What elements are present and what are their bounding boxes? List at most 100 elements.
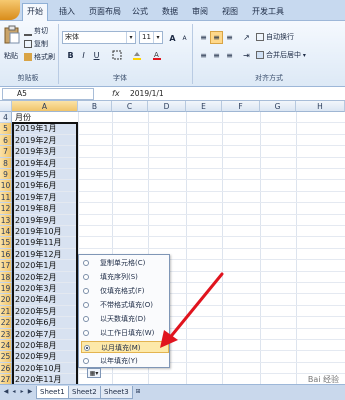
next-sheet-icon[interactable]: ▸: [18, 388, 26, 396]
font-color-button[interactable]: A: [150, 49, 163, 62]
group-divider: [192, 24, 193, 84]
tab-view[interactable]: 视图: [218, 4, 242, 20]
copy-button[interactable]: 复制: [24, 38, 48, 50]
row-header[interactable]: 16: [0, 248, 12, 261]
row-header[interactable]: 11: [0, 191, 12, 204]
merge-center-button[interactable]: 合并后居中 ▾: [256, 49, 306, 61]
row-header[interactable]: 13: [0, 214, 12, 226]
prev-sheet-icon[interactable]: ◂: [10, 388, 18, 396]
bold-button[interactable]: B: [64, 49, 77, 62]
name-box[interactable]: A5: [2, 88, 94, 100]
row-header[interactable]: 18: [0, 271, 12, 283]
column-header-b[interactable]: B: [78, 101, 112, 112]
group-divider: [58, 24, 59, 84]
column-header-h[interactable]: H: [296, 101, 345, 112]
tab-insert[interactable]: 插入: [55, 4, 79, 20]
align-left-button[interactable]: ≡: [197, 49, 210, 62]
radio-icon: [83, 330, 89, 336]
radio-icon: [83, 260, 89, 266]
row-header[interactable]: 10: [0, 180, 12, 192]
row-header[interactable]: 19: [0, 283, 12, 295]
row-header[interactable]: 17: [0, 260, 12, 272]
row-header[interactable]: 27: [0, 374, 12, 384]
sheet-tab-1[interactable]: Sheet1: [36, 386, 69, 399]
fx-icon[interactable]: fx: [112, 88, 126, 100]
radio-icon: [83, 358, 89, 364]
indent-button[interactable]: ⇥: [240, 49, 253, 62]
column-header-g[interactable]: G: [260, 101, 296, 112]
italic-button[interactable]: I: [77, 49, 90, 62]
row-header[interactable]: 26: [0, 362, 12, 375]
first-sheet-icon[interactable]: ◀: [2, 388, 10, 396]
formula-input[interactable]: 2019/1/1: [130, 88, 164, 100]
row-header[interactable]: 14: [0, 226, 12, 238]
copy-icon: [24, 40, 32, 48]
underline-button[interactable]: U: [90, 49, 103, 62]
column-header-f[interactable]: F: [222, 101, 260, 112]
row-header[interactable]: 22: [0, 317, 12, 329]
row-header[interactable]: 23: [0, 328, 12, 340]
chevron-down-icon: ▾: [126, 32, 135, 43]
tab-data[interactable]: 数据: [158, 4, 182, 20]
selection-outline: [12, 122, 78, 384]
align-middle-button[interactable]: ≡: [210, 31, 223, 44]
menu-item-fill-years[interactable]: 以年填充(Y): [81, 355, 169, 367]
font-family-select[interactable]: 宋体 ▾: [62, 31, 136, 44]
office-button-icon[interactable]: [0, 0, 20, 20]
font-color-icon: A: [152, 51, 161, 60]
ribbon-tab-strip: 开始 插入 页面布局 公式 数据 审阅 视图 开发工具: [0, 0, 345, 22]
last-sheet-icon[interactable]: ▶: [26, 388, 34, 396]
tab-developer[interactable]: 开发工具: [248, 4, 288, 20]
row-header[interactable]: 15: [0, 237, 12, 249]
tab-formulas[interactable]: 公式: [128, 4, 152, 20]
watermark: Bai 经验: [307, 375, 339, 384]
shrink-font-button[interactable]: A: [178, 32, 191, 45]
wrap-text-button[interactable]: 自动换行: [256, 31, 294, 43]
row-header[interactable]: 21: [0, 305, 12, 318]
row-header[interactable]: 8: [0, 157, 12, 169]
row-header[interactable]: 4: [0, 112, 12, 124]
border-button[interactable]: [110, 49, 123, 62]
format-painter-button[interactable]: 格式刷: [24, 51, 55, 63]
font-group-label: 字体: [113, 74, 127, 82]
sheet-tab-3[interactable]: Sheet3: [100, 386, 133, 399]
paste-icon: [4, 25, 20, 44]
paste-label[interactable]: 粘贴: [4, 50, 18, 62]
column-header-d[interactable]: D: [148, 101, 186, 112]
radio-icon: [83, 302, 89, 308]
tab-page-layout[interactable]: 页面布局: [85, 4, 125, 20]
row-header[interactable]: 9: [0, 169, 12, 181]
align-bottom-button[interactable]: ≡: [223, 31, 236, 44]
row-header[interactable]: 7: [0, 146, 12, 158]
select-all-corner[interactable]: [0, 101, 12, 112]
svg-text:A: A: [154, 51, 159, 59]
column-header-e[interactable]: E: [186, 101, 222, 112]
clipboard-group-label: 剪贴板: [17, 74, 39, 82]
align-center-button[interactable]: ≡: [210, 49, 223, 62]
row-header[interactable]: 25: [0, 351, 12, 363]
fill-color-button[interactable]: [130, 49, 143, 62]
row-header[interactable]: 24: [0, 340, 12, 352]
row-header[interactable]: 20: [0, 294, 12, 306]
row-header[interactable]: 6: [0, 134, 12, 147]
radio-icon: [83, 316, 89, 322]
insert-sheet-icon[interactable]: ⊞: [133, 388, 143, 396]
column-header-a[interactable]: A: [12, 101, 78, 112]
autofill-options-button[interactable]: ▦▾: [87, 368, 101, 378]
font-size-select[interactable]: 11 ▾: [139, 31, 163, 44]
row-header[interactable]: 5: [0, 123, 12, 135]
sheet-tab-2[interactable]: Sheet2: [68, 386, 101, 399]
tab-review[interactable]: 审阅: [188, 4, 212, 20]
paste-button[interactable]: [3, 25, 21, 47]
orientation-button[interactable]: ↗: [240, 31, 253, 44]
row-header[interactable]: 12: [0, 203, 12, 215]
cut-button[interactable]: 剪切: [24, 25, 48, 37]
column-header-c[interactable]: C: [112, 101, 148, 112]
ribbon: 粘贴 剪切 复制 格式刷 剪贴板 宋体 ▾ 11 ▾ A A B I U A 字体 …: [0, 21, 345, 87]
scissors-icon: [24, 26, 32, 36]
radio-icon: [83, 274, 89, 280]
tab-home[interactable]: 开始: [22, 3, 48, 22]
align-top-button[interactable]: ≡: [197, 31, 210, 44]
radio-icon: [83, 288, 89, 294]
align-right-button[interactable]: ≡: [223, 49, 236, 62]
